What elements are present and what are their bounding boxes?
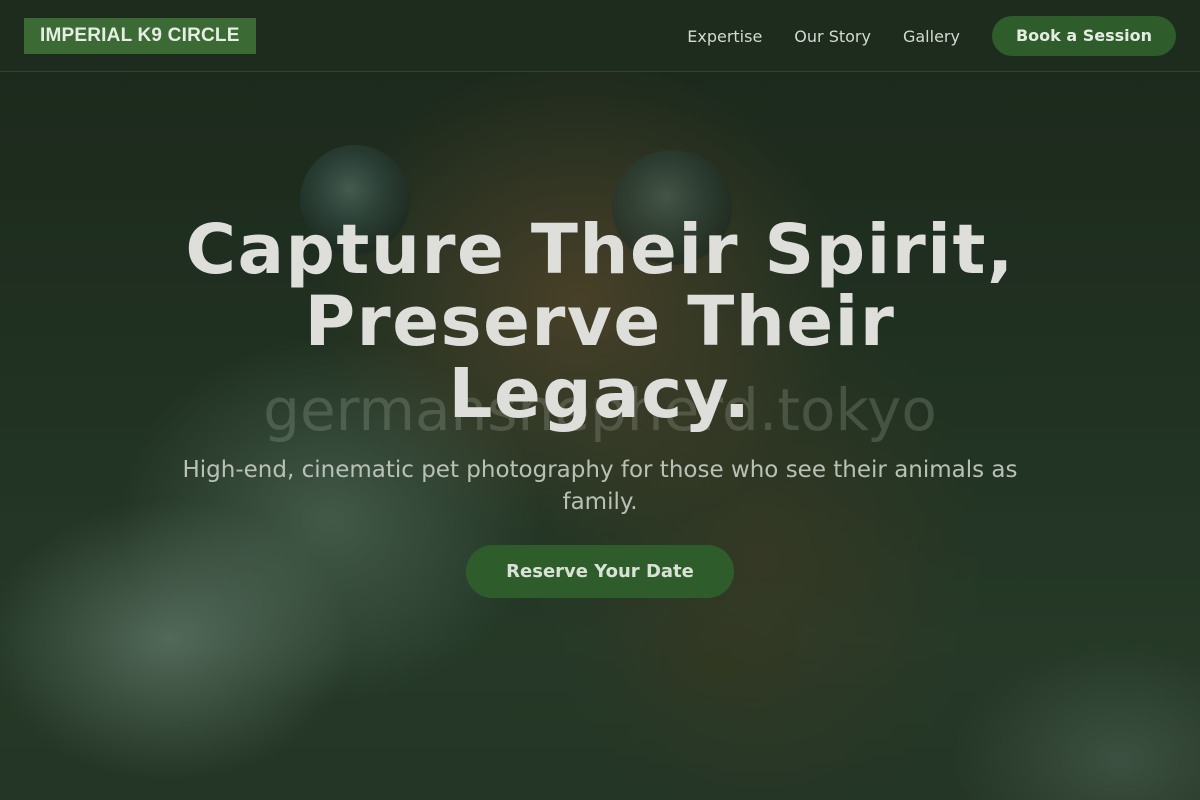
nav-link-expertise[interactable]: Expertise [687, 27, 762, 46]
reserve-date-button[interactable]: Reserve Your Date [466, 545, 734, 598]
brand-logo[interactable]: IMPERIAL K9 CIRCLE [24, 18, 256, 54]
hero-title: Capture Their Spirit, Preserve Their Leg… [185, 210, 1015, 434]
main-nav: Expertise Our Story Gallery Book a Sessi… [687, 16, 1176, 56]
nav-link-our-story[interactable]: Our Story [794, 27, 871, 46]
site-header: IMPERIAL K9 CIRCLE Expertise Our Story G… [0, 0, 1200, 72]
book-session-button[interactable]: Book a Session [991, 16, 1176, 56]
nav-link-gallery[interactable]: Gallery [903, 27, 960, 46]
hero-subtitle: High-end, cinematic pet photography for … [182, 457, 1018, 515]
